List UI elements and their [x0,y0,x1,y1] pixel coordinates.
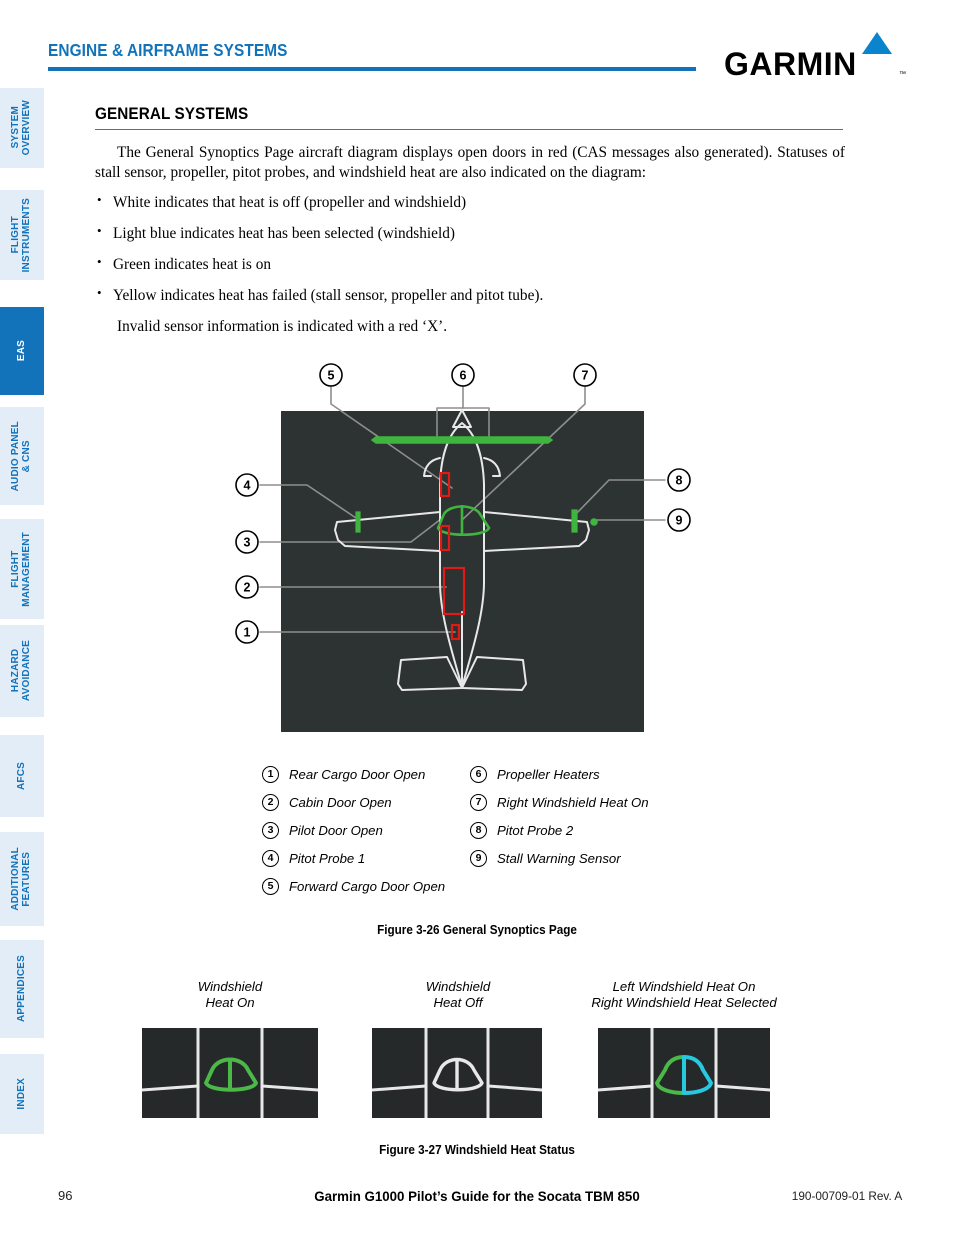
sidebar-item-appendices[interactable]: APPENDICES [0,940,44,1038]
list-item: 5 Forward Cargo Door Open [262,872,445,900]
header-title: ENGINE & AIRFRAME SYSTEMS [48,40,288,60]
svg-text:2: 2 [244,581,251,595]
legend-label: Right Windshield Heat On [497,794,649,810]
callout-1: 1 [235,620,259,644]
callout-7: 7 [573,363,597,387]
legend-column-right: 6 Propeller Heaters 7 Right Windshield H… [470,760,649,872]
legend-marker: 1 [262,765,279,783]
legend-marker: 3 [262,821,279,839]
legend-label: Rear Cargo Door Open [289,766,426,782]
svg-text:4: 4 [244,479,251,493]
callout-4: 4 [235,473,259,497]
section-divider [95,129,843,130]
page-footer: 96 Garmin G1000 Pilot’s Guide for the So… [0,1188,954,1212]
pitot-probe-1-indicator [355,511,361,533]
legend-column-left: 1 Rear Cargo Door Open 2 Cabin Door Open… [262,760,445,900]
list-item: 1 Rear Cargo Door Open [262,760,445,788]
main-content: GENERAL SYSTEMS The General Synoptics Pa… [95,104,845,337]
windshield-status-image-heat-on [142,1028,318,1118]
legend-marker: 4 [262,849,279,867]
legend-label: Stall Warning Sensor [497,850,621,866]
callout-8: 8 [667,468,691,492]
windshield-panel-caption: Windshield Heat On [197,979,263,1011]
figure-3-26-caption: Figure 3-26 General Synoptics Page [377,923,577,937]
sidebar-item-system-overview[interactable]: SYSTEM OVERVIEW [0,88,44,168]
sidebar-item-index[interactable]: INDEX [0,1054,44,1134]
svg-text:7: 7 [582,369,589,383]
svg-text:3: 3 [244,536,251,550]
svg-text:6: 6 [460,369,467,383]
list-item: Yellow indicates heat has failed (stall … [95,285,845,306]
sidebar-item-label: SYSTEM OVERVIEW [10,100,32,156]
callout-6: 6 [451,363,475,387]
legend-label: Cabin Door Open [289,794,392,810]
footer-document-number: 190-00709-01 Rev. A [791,1189,902,1203]
garmin-wordmark: GARMIN [724,46,857,82]
page-header: ENGINE & AIRFRAME SYSTEMS GARMIN ™ [48,32,906,84]
windshield-status-image-heat-off [372,1028,542,1118]
garmin-triangle-icon [862,32,892,54]
page-title: GENERAL SYSTEMS [95,104,249,123]
list-item: 2 Cabin Door Open [262,788,445,816]
legend-marker: 9 [470,849,487,867]
legend-label: Pitot Probe 2 [497,822,574,838]
sidebar-item-flight-instruments[interactable]: FLIGHT INSTRUMENTS [0,190,44,280]
windshield-panel-caption: Left Windshield Heat On Right Windshield… [591,979,777,1011]
header-rule [48,67,696,71]
legend-marker: 8 [470,821,487,839]
legend-label: Pilot Door Open [289,822,383,838]
sidebar-item-label: INDEX [15,1078,27,1110]
bullet-list: White indicates that heat is off (propel… [95,192,845,306]
list-item: White indicates that heat is off (propel… [95,192,845,213]
legend-marker: 6 [470,765,487,783]
svg-text:9: 9 [676,514,683,528]
sidebar-item-label: APPENDICES [15,955,27,1023]
garmin-logo: GARMIN ™ [724,32,906,82]
legend-marker: 7 [470,793,487,811]
callout-9: 9 [667,508,691,532]
list-item: 8 Pitot Probe 2 [470,816,649,844]
list-item: Green indicates heat is on [95,254,845,275]
general-synoptics-diagram: 5 6 7 4 3 2 1 8 9 [235,363,691,732]
callout-3: 3 [235,530,259,554]
legend-marker: 2 [262,793,279,811]
list-item: 7 Right Windshield Heat On [470,788,649,816]
svg-text:5: 5 [328,369,335,383]
legend-label: Pitot Probe 1 [289,850,366,866]
callout-2: 2 [235,575,259,599]
propeller-heat-indicator [370,436,554,444]
list-item: 3 Pilot Door Open [262,816,445,844]
list-item: 4 Pitot Probe 1 [262,844,445,872]
legend-marker: 5 [262,877,279,895]
figure-3-27-caption: Figure 3-27 Windshield Heat Status [379,1143,575,1157]
legend-label: Forward Cargo Door Open [289,878,446,894]
garmin-trademark-mark: ™ [899,71,906,78]
note-paragraph: Invalid sensor information is indicated … [117,317,448,335]
legend-label: Propeller Heaters [497,766,600,782]
windshield-panel-caption: Windshield Heat Off [425,979,491,1011]
list-item: 6 Propeller Heaters [470,760,649,788]
list-item: 9 Stall Warning Sensor [470,844,649,872]
svg-text:8: 8 [676,474,683,488]
callout-5: 5 [319,363,343,387]
svg-text:1: 1 [244,626,251,640]
stall-warning-sensor-indicator [590,518,598,526]
list-item: Light blue indicates heat has been selec… [95,223,845,244]
pitot-probe-2-indicator [571,509,578,533]
sidebar-item-label: FLIGHT INSTRUMENTS [10,197,32,273]
windshield-status-image-split [598,1028,770,1118]
intro-paragraph: The General Synoptics Page aircraft diag… [95,144,845,182]
